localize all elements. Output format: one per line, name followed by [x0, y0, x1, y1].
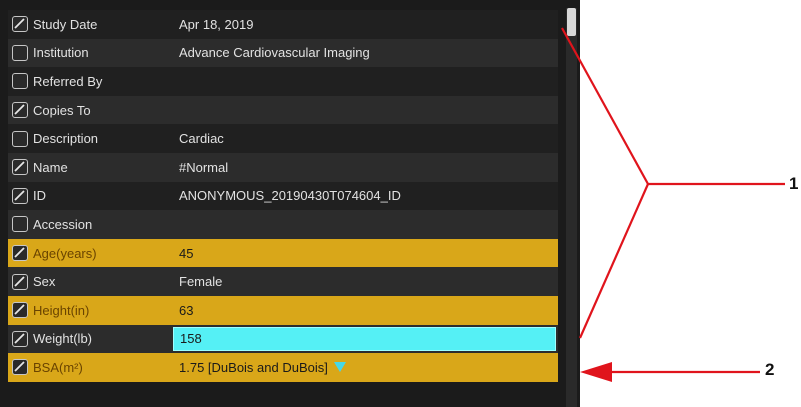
callout-overlay — [561, 27, 785, 382]
callout-1-number: 1 — [789, 174, 799, 193]
callout-1-line-lower — [578, 183, 650, 339]
callout-2-number: 2 — [765, 360, 775, 379]
callout-2-arrowhead — [580, 362, 612, 382]
callout-1-line-upper — [561, 27, 649, 185]
